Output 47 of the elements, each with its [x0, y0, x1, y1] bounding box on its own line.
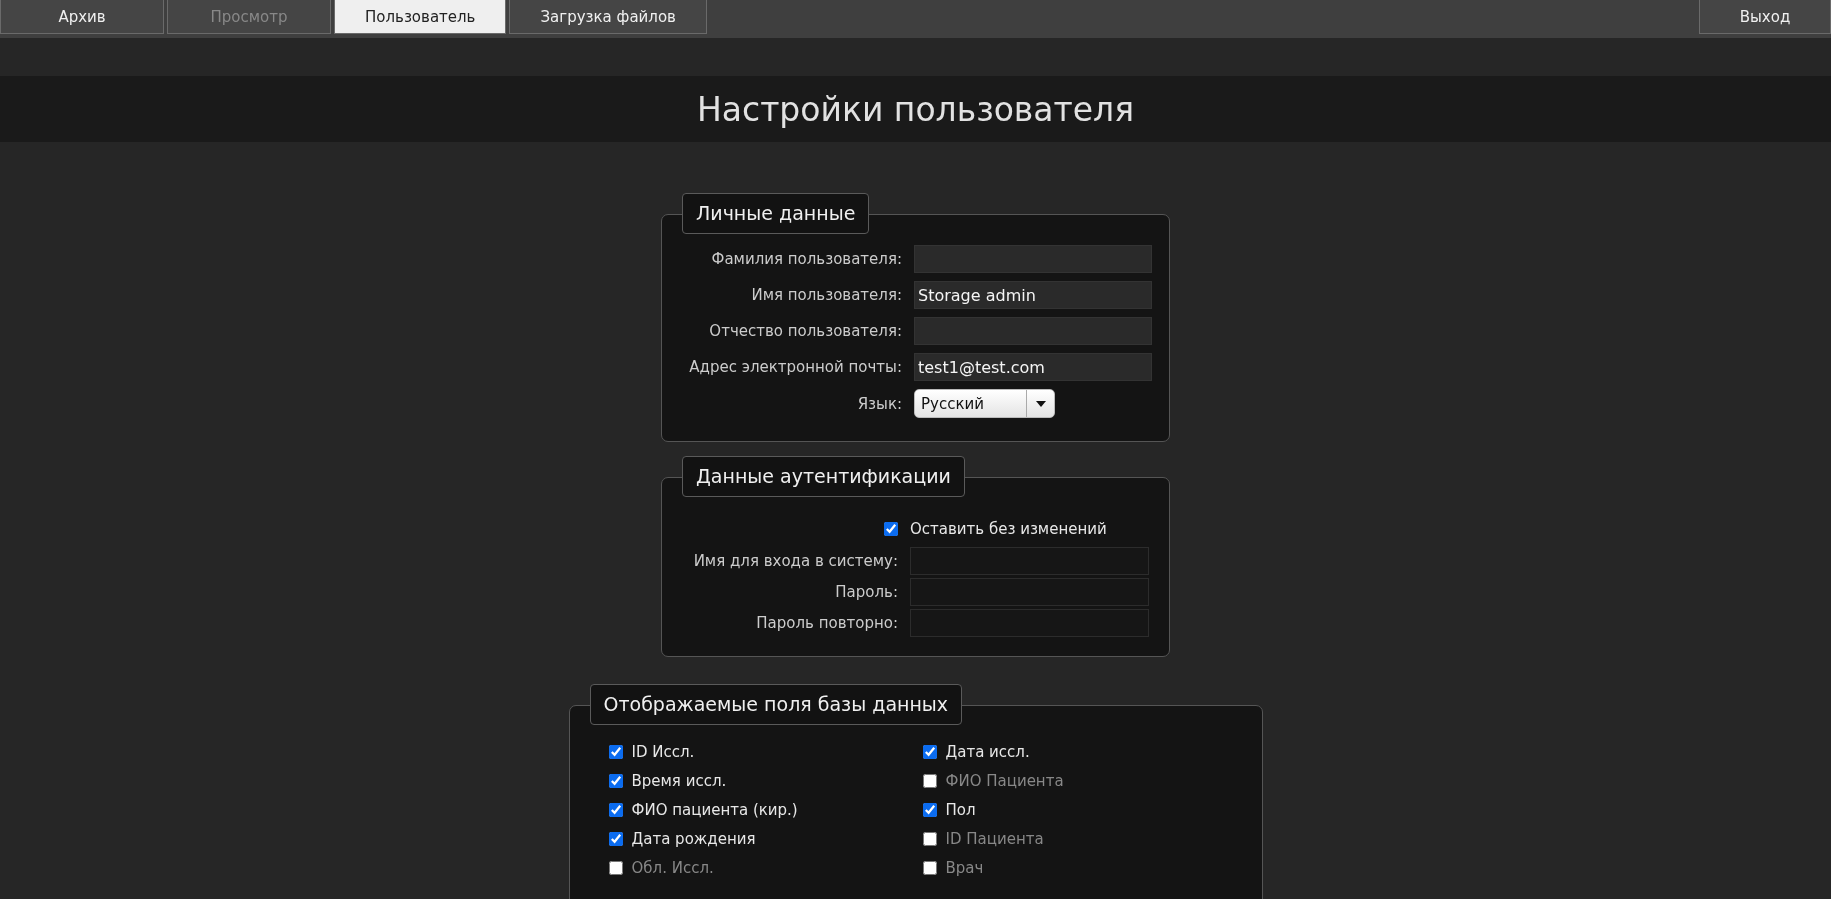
checkbox[interactable] — [922, 744, 937, 759]
input-field[interactable] — [910, 547, 1149, 575]
checkbox-label: Обл. Иссл. — [631, 858, 714, 877]
field-label: Язык: — [856, 394, 902, 413]
checkbox[interactable] — [608, 802, 623, 817]
checkbox[interactable] — [608, 773, 623, 788]
nav-tab[interactable]: Пользователь — [334, 0, 507, 34]
checkbox[interactable] — [922, 773, 937, 788]
field-label: Фамилия пользователя: — [710, 250, 902, 268]
nav-tab[interactable]: Архив — [0, 0, 164, 34]
input-field[interactable] — [914, 317, 1152, 345]
checkbox-label: Врач — [945, 858, 984, 877]
checkbox-label: Дата рождения — [631, 829, 756, 848]
input-field[interactable]: Storage admin — [914, 281, 1152, 309]
caret-icon — [1035, 400, 1046, 407]
checkbox[interactable] — [922, 802, 937, 817]
field-label: Адрес электронной почты: — [688, 358, 902, 376]
field-label: Имя пользователя: — [750, 286, 902, 304]
checkbox-label: Время иссл. — [631, 771, 727, 790]
field-label: Пароль: — [834, 583, 898, 601]
checkbox[interactable] — [608, 831, 623, 846]
checkbox-label: ID Пациента — [945, 829, 1044, 848]
checkbox-label: Пол — [945, 800, 976, 819]
input-field[interactable] — [910, 578, 1149, 606]
checkbox-label: ID Иссл. — [631, 742, 695, 761]
section-legend: Личные данные — [682, 193, 870, 234]
checkbox-label: Оставить без изменений — [910, 520, 1108, 538]
checkbox-label: ФИО Пациента — [945, 771, 1064, 790]
checkbox-label: ФИО пациента (кир.) — [631, 800, 798, 819]
page-title: Настройки пользователя — [696, 89, 1134, 129]
checkbox-label: Дата иссл. — [945, 742, 1030, 761]
section-legend: Отображаемые поля базы данных — [589, 684, 963, 725]
checkbox[interactable] — [884, 522, 898, 536]
checkbox[interactable] — [922, 831, 937, 846]
input-field[interactable] — [914, 245, 1152, 273]
input-field[interactable] — [910, 609, 1149, 637]
field-label: Отчество пользователя: — [708, 322, 902, 340]
input-field[interactable]: test1@test.com — [914, 353, 1152, 381]
nav-tab[interactable]: Загрузка файлов — [509, 0, 707, 34]
language-select[interactable]: Русский — [914, 389, 1055, 418]
logout-button[interactable]: Выход — [1699, 0, 1831, 34]
checkbox[interactable] — [608, 860, 623, 875]
field-label: Пароль повторно: — [755, 614, 898, 632]
checkbox[interactable] — [922, 860, 937, 875]
field-label: Имя для входа в систему: — [692, 552, 898, 570]
checkbox[interactable] — [608, 744, 623, 759]
section-legend: Данные аутентификации — [682, 456, 965, 497]
